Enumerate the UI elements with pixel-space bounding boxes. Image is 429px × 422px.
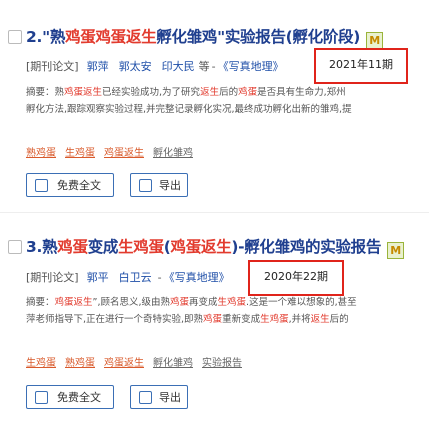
result-checkbox[interactable]: [8, 30, 22, 44]
abstract-segment: .这是一个难以想象的,甚至: [246, 297, 357, 308]
abstract-line: 萍老师指导下,正在进行一个奇特实验,即熟鸡蛋重新变成生鸡蛋,并将返生后的: [26, 311, 429, 328]
export-button[interactable]: 导出: [130, 173, 188, 197]
abstract-segment: 鸡蛋返生: [64, 87, 103, 98]
keyword-link[interactable]: 熟鸡蛋: [26, 148, 56, 159]
abstract-segment: 已经实验成功,为了研究: [102, 87, 201, 98]
title-text: 熟鸡蛋鸡蛋返生孵化雏鸡"实验报告(孵化阶段): [50, 28, 360, 46]
title-segment: 生鸡蛋: [118, 238, 164, 256]
document-free-icon: [35, 179, 48, 192]
title-segment: 鸡蛋鸡蛋返生: [65, 28, 157, 46]
abstract-segment: 摘要：: [26, 297, 55, 308]
keyword-link[interactable]: 实验报告: [202, 358, 242, 369]
author-link[interactable]: 印大民: [162, 60, 195, 73]
abstract-segment: 鸡蛋返生: [54, 297, 93, 308]
keyword-list: 熟鸡蛋 生鸡蛋 鸡蛋返生 孵化雏鸡: [26, 144, 202, 159]
publish-date-highlighted: 2021年11期: [314, 48, 408, 84]
abstract-segment: 返生: [310, 314, 330, 325]
title-segment: )-孵化雏鸡的实验报告: [231, 238, 382, 256]
title-segment: 鸡蛋返生: [170, 238, 232, 256]
keyword-link[interactable]: 生鸡蛋: [65, 148, 95, 159]
journal-link[interactable]: 《写真地理》: [164, 271, 230, 284]
abstract-segment: 鸡蛋: [203, 314, 223, 325]
author-link[interactable]: 郭平: [87, 271, 109, 284]
keyword-link[interactable]: 孵化雏鸡: [153, 358, 193, 369]
abstract-segment: 生鸡蛋: [217, 297, 247, 308]
doc-type: [期刊论文]: [26, 271, 79, 284]
keyword-link[interactable]: 鸡蛋返生: [104, 358, 144, 369]
result-title-link[interactable]: 3.熟鸡蛋变成生鸡蛋(鸡蛋返生)-孵化雏鸡的实验报告 M: [26, 235, 405, 259]
author-link[interactable]: 郭太安: [119, 60, 152, 73]
result-abstract: 摘要：鸡蛋返生”,顾名思义,级由熟鸡蛋再变成生鸡蛋.这是一个难以想象的,甚至 萍…: [26, 294, 429, 328]
abstract-segment: 鸡蛋: [238, 87, 258, 98]
export-icon: [139, 391, 152, 404]
abstract-line: 摘要：鸡蛋返生”,顾名思义,级由熟鸡蛋再变成生鸡蛋.这是一个难以想象的,甚至: [26, 294, 429, 311]
free-fulltext-button[interactable]: 免费全文: [26, 385, 114, 409]
abstract-segment: 生鸡蛋: [260, 314, 289, 325]
result-meta: [期刊论文] 郭萍 郭太安 印大民等 - 《写真地理》: [26, 60, 284, 73]
abstract-segment: 鸡蛋: [170, 297, 190, 308]
abstract-segment: 是否具有生命力,郑州: [257, 87, 346, 98]
keyword-list: 生鸡蛋 熟鸡蛋 鸡蛋返生 孵化雏鸡 实验报告: [26, 354, 251, 369]
result-divider: [0, 212, 429, 213]
abstract-segment: 再变成: [189, 297, 218, 308]
title-segment: (: [163, 238, 171, 256]
keyword-link[interactable]: 生鸡蛋: [26, 358, 56, 369]
journal-badge-icon[interactable]: M: [366, 32, 384, 49]
free-fulltext-button[interactable]: 免费全文: [26, 173, 114, 197]
result-meta: [期刊论文] 郭平 白卫云 - 《写真地理》: [26, 271, 230, 284]
title-segment: 孵化雏鸡"实验报告(孵化阶段): [156, 28, 361, 46]
abstract-segment: 返生: [200, 87, 220, 98]
title-segment: 鸡蛋: [57, 238, 88, 256]
document-free-icon: [35, 391, 48, 404]
result-title-link[interactable]: 2."熟鸡蛋鸡蛋返生孵化雏鸡"实验报告(孵化阶段) M: [26, 25, 384, 49]
abstract-line: 孵化方法,跟踪观察实验过程,并完整记录孵化实况,最终成功孵化出新的雏鸡,提: [26, 104, 352, 115]
title-text: 鸡蛋变成生鸡蛋(鸡蛋返生)-孵化雏鸡的实验报告: [57, 238, 381, 256]
author-link[interactable]: 白卫云: [119, 271, 152, 284]
journal-badge-icon[interactable]: M: [387, 242, 405, 259]
export-icon: [139, 179, 152, 192]
title-segment: 熟: [49, 28, 66, 46]
keyword-link[interactable]: 熟鸡蛋: [65, 358, 95, 369]
publish-date-highlighted: 2020年22期: [248, 260, 344, 296]
result-checkbox[interactable]: [8, 240, 22, 254]
abstract-segment: 摘要：熟: [26, 87, 65, 98]
title-number: 3.熟: [26, 238, 58, 256]
result-abstract: 摘要：熟鸡蛋返生已经实验成功,为了研究返生后的鸡蛋是否具有生命力,郑州 孵化方法…: [26, 84, 429, 118]
authors-etc: 等: [198, 60, 210, 73]
abstract-segment: 萍老师指导下,正在进行一个奇特实验,即熟: [26, 314, 204, 325]
abstract-line: 摘要：熟鸡蛋返生已经实验成功,为了研究返生后的鸡蛋是否具有生命力,郑州: [26, 84, 429, 101]
author-link[interactable]: 郭萍: [87, 60, 109, 73]
export-button[interactable]: 导出: [130, 385, 188, 409]
journal-link[interactable]: 《写真地理》: [218, 60, 284, 73]
abstract-segment: 后的: [219, 87, 239, 98]
abstract-segment: 后的: [329, 314, 349, 325]
keyword-link[interactable]: 孵化雏鸡: [153, 148, 193, 159]
abstract-segment: ”,顾名思义,级由熟: [92, 297, 170, 308]
abstract-segment: 重新变成: [222, 314, 261, 325]
doc-type: [期刊论文]: [26, 60, 79, 73]
title-segment: 变成: [87, 238, 119, 256]
keyword-link[interactable]: 鸡蛋返生: [104, 148, 144, 159]
abstract-segment: ,并将: [288, 314, 311, 325]
title-number: 2.": [26, 28, 50, 46]
